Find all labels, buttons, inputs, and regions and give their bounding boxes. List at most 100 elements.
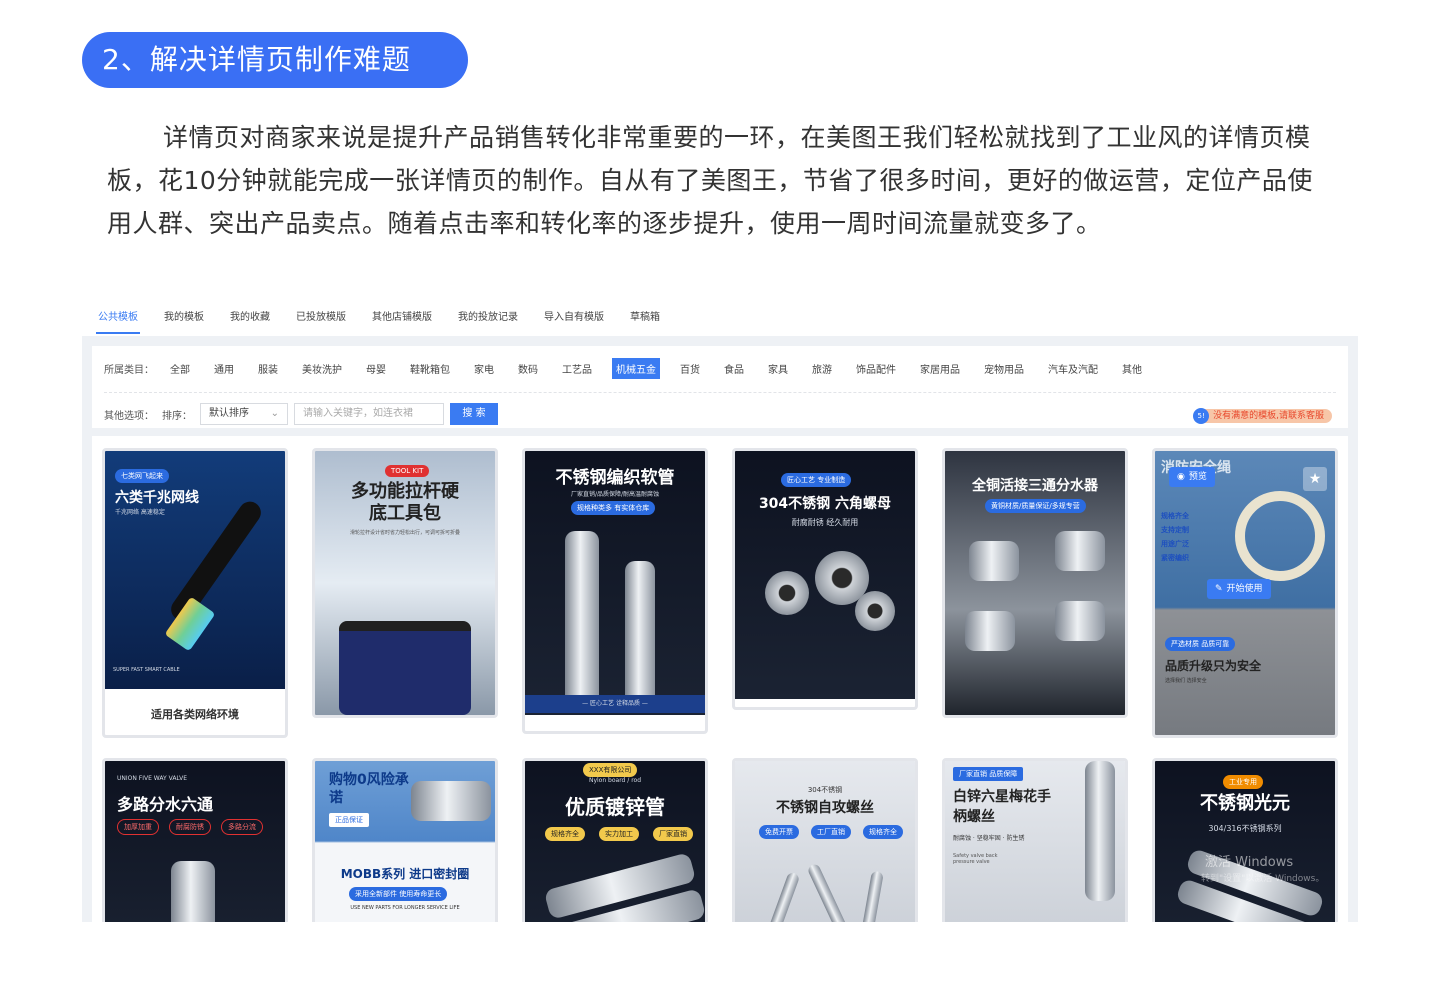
template-title: 不锈钢光元 xyxy=(1200,793,1290,814)
fitting-image xyxy=(1055,531,1105,571)
template-title: 优质镀锌管 xyxy=(565,795,665,819)
template-title: 购物0风险承诺 xyxy=(329,772,409,806)
category-accessories[interactable]: 饰品配件 xyxy=(852,358,900,379)
category-baby[interactable]: 母婴 xyxy=(362,358,390,379)
template-tag: 匠心工艺 专业制造 xyxy=(781,473,852,487)
template-card[interactable]: 匠心工艺 专业制造 304不锈钢 六角螺母 耐腐耐锈 经久耐用 xyxy=(732,448,918,710)
category-label: 所属类目： xyxy=(104,364,154,376)
search-button[interactable]: 搜 索 xyxy=(450,403,498,425)
category-general[interactable]: 通用 xyxy=(210,358,238,379)
tab-drafts[interactable]: 草稿箱 xyxy=(630,304,660,334)
template-thumbnail: XXX有限公司 Nylon board / rod 优质镀锌管 规格齐全 实力加… xyxy=(525,761,705,922)
template-card[interactable]: 七类网飞起来 六类千兆网线 千兆网络 高速稳定 SUPER FAST SMART… xyxy=(102,448,288,738)
template-thumbnail: 全铜活接三通分水器 黄铜材质/质量保证/多规专营 xyxy=(945,451,1125,715)
template-card[interactable]: TOOL KIT 多功能拉杆硬底工具包 滑轮拉杆设计省时省力轻松出行，可调可拆可… xyxy=(312,448,498,718)
template-title: 六类千兆网线 xyxy=(115,490,199,506)
category-shoes-bags[interactable]: 鞋靴箱包 xyxy=(406,358,454,379)
tab-my-favorites[interactable]: 我的收藏 xyxy=(230,304,270,334)
eye-icon: ◉ xyxy=(1177,472,1185,482)
sort-label: 排序： xyxy=(162,410,192,422)
template-card[interactable]: 工业专用 不锈钢光元 304/316不锈钢系列 激活 Windows 转到"设置… xyxy=(1152,758,1338,922)
sort-select[interactable]: 默认排序 ⌄ xyxy=(200,403,288,425)
sort-value: 默认排序 xyxy=(209,408,249,419)
star-icon[interactable]: ★ xyxy=(1303,467,1327,491)
template-small-text: USE NEW PARTS FOR LONGER SERVICE LIFE xyxy=(350,905,460,911)
nut-image xyxy=(855,591,895,631)
feature-check: 用途广泛 xyxy=(1161,540,1189,548)
section-title: 2、解决详情页制作难题 xyxy=(82,32,468,88)
template-small-text: SUPER FAST SMART CABLE xyxy=(113,667,180,673)
template-card[interactable]: 购物0风险承诺 正品保证 MOBB系列 进口密封圈 采用全新部件 使用寿命更长 … xyxy=(312,758,498,922)
preview-button[interactable]: ◉ 预览 xyxy=(1169,467,1215,487)
category-home[interactable]: 家居用品 xyxy=(916,358,964,379)
template-tag: 多路分流 xyxy=(221,819,263,835)
template-card[interactable]: 不锈钢编织软管 厂家直销/品质保障/耐高温耐腐蚀 规格种类多 有实体仓库 — 匠… xyxy=(522,448,708,734)
chevron-down-icon: ⌄ xyxy=(270,408,279,419)
template-tag: 免费开票 xyxy=(759,825,799,839)
template-tag: 黄铜材质/质量保证/多规专营 xyxy=(985,499,1086,513)
hint-badge-icon: 5! xyxy=(1193,408,1210,424)
template-badge: 正品保证 xyxy=(329,813,369,827)
template-subtitle: 耐腐耐锈 经久耐用 xyxy=(791,518,859,527)
category-appliances[interactable]: 家电 xyxy=(470,358,498,379)
category-digital[interactable]: 数码 xyxy=(514,358,542,379)
category-all[interactable]: 全部 xyxy=(166,358,194,379)
category-auto[interactable]: 汽车及汽配 xyxy=(1044,358,1102,379)
template-card[interactable]: UNION FIVE WAY VALVE 多路分水六通 加厚加重 耐腐防锈 多路… xyxy=(102,758,288,922)
tab-other-shop-templates[interactable]: 其他店铺模版 xyxy=(372,304,432,334)
category-furniture[interactable]: 家具 xyxy=(764,358,792,379)
template-tag: XXX有限公司 xyxy=(583,763,638,777)
category-food[interactable]: 食品 xyxy=(720,358,748,379)
template-tag: 加厚加重 xyxy=(117,819,159,835)
template-title: 多功能拉杆硬底工具包 xyxy=(351,481,459,524)
template-card[interactable]: 厂家直销 品质保障 白锌六星梅花手柄螺丝 耐腐蚀 · 坚稳牢固 · 防生锈 Sa… xyxy=(942,758,1128,922)
category-row: 所属类目： 全部 通用 服装 美妆洗护 母婴 鞋靴箱包 家电 数码 工艺品 机械… xyxy=(104,356,1162,380)
template-title: 多路分水六通 xyxy=(117,795,214,814)
template-subtitle: 304/316不锈钢系列 xyxy=(1208,824,1282,833)
template-tag: 规格种类多 有实体仓库 xyxy=(571,501,656,515)
hint-text: 没有满意的模板,请联系客服 xyxy=(1203,409,1332,423)
tab-published-templates[interactable]: 已投放模版 xyxy=(296,304,346,334)
feature-check: 支持定制 xyxy=(1161,526,1189,534)
category-pets[interactable]: 宠物用品 xyxy=(980,358,1028,379)
template-card[interactable]: XXX有限公司 Nylon board / rod 优质镀锌管 规格齐全 实力加… xyxy=(522,758,708,922)
tab-publish-records[interactable]: 我的投放记录 xyxy=(458,304,518,334)
fitting-image xyxy=(969,541,1019,581)
contact-hint[interactable]: 5! 没有满意的模板,请联系客服 xyxy=(1193,408,1332,424)
category-clothing[interactable]: 服装 xyxy=(254,358,282,379)
category-other[interactable]: 其他 xyxy=(1118,358,1146,379)
intro-paragraph: 详情页对商家来说是提升产品销售转化非常重要的一环，在美图王我们轻松就找到了工业风… xyxy=(107,123,1313,238)
edit-icon: ✎ xyxy=(1215,584,1223,594)
template-card-hovered[interactable]: 消防安全绳 规格齐全 支持定制 用途广泛 紧密编织 严选材质 品质可靠 品质升级… xyxy=(1152,448,1338,738)
template-tag: 规格齐全 xyxy=(545,827,585,841)
template-grid: 七类网飞起来 六类千兆网线 千兆网络 高速稳定 SUPER FAST SMART… xyxy=(92,436,1348,922)
template-small-text: UNION FIVE WAY VALVE xyxy=(117,775,188,782)
template-title: 全铜活接三通分水器 xyxy=(972,478,1098,494)
template-title: 304不锈钢 六角螺母 xyxy=(758,496,892,512)
template-footer: — 匠心工艺 诠释品质 — xyxy=(525,695,705,713)
template-card[interactable]: 全铜活接三通分水器 黄铜材质/质量保证/多规专营 xyxy=(942,448,1128,718)
tab-public-templates[interactable]: 公共模板 xyxy=(96,304,140,334)
tab-import-templates[interactable]: 导入自有模版 xyxy=(544,304,604,334)
template-tag: 七类网飞起来 xyxy=(115,469,169,483)
nut-image xyxy=(765,571,809,615)
template-small-text: Nylon board / rod xyxy=(588,777,642,784)
category-hardware[interactable]: 机械五金 xyxy=(612,357,660,379)
category-travel[interactable]: 旅游 xyxy=(808,358,836,379)
tab-my-templates[interactable]: 我的模板 xyxy=(164,304,204,334)
template-title: 白锌六星梅花手柄螺丝 xyxy=(953,789,1051,825)
template-thumbnail: 购物0风险承诺 正品保证 MOBB系列 进口密封圈 采用全新部件 使用寿命更长 … xyxy=(315,761,495,922)
template-thumbnail: 不锈钢编织软管 厂家直销/品质保障/耐高温耐腐蚀 规格种类多 有实体仓库 — 匠… xyxy=(525,451,705,715)
category-general-goods[interactable]: 百货 xyxy=(676,358,704,379)
fitting-image xyxy=(965,611,1015,651)
start-use-button[interactable]: ✎ 开始使用 xyxy=(1207,579,1271,599)
template-title: MOBB系列 进口密封圈 xyxy=(340,867,470,881)
template-tag: 工厂直销 xyxy=(811,825,851,839)
category-beauty[interactable]: 美妆洗护 xyxy=(298,358,346,379)
template-card[interactable]: 304不锈钢 不锈钢自攻螺丝 免费开票 工厂直销 规格齐全 xyxy=(732,758,918,922)
cable-image xyxy=(166,497,266,625)
category-crafts[interactable]: 工艺品 xyxy=(558,358,596,379)
template-thumbnail: 304不锈钢 不锈钢自攻螺丝 免费开票 工厂直销 规格齐全 xyxy=(735,761,915,922)
search-input[interactable]: 请输入关键字，如连衣裙 xyxy=(294,403,444,425)
template-small-text: 304不锈钢 xyxy=(807,786,843,794)
